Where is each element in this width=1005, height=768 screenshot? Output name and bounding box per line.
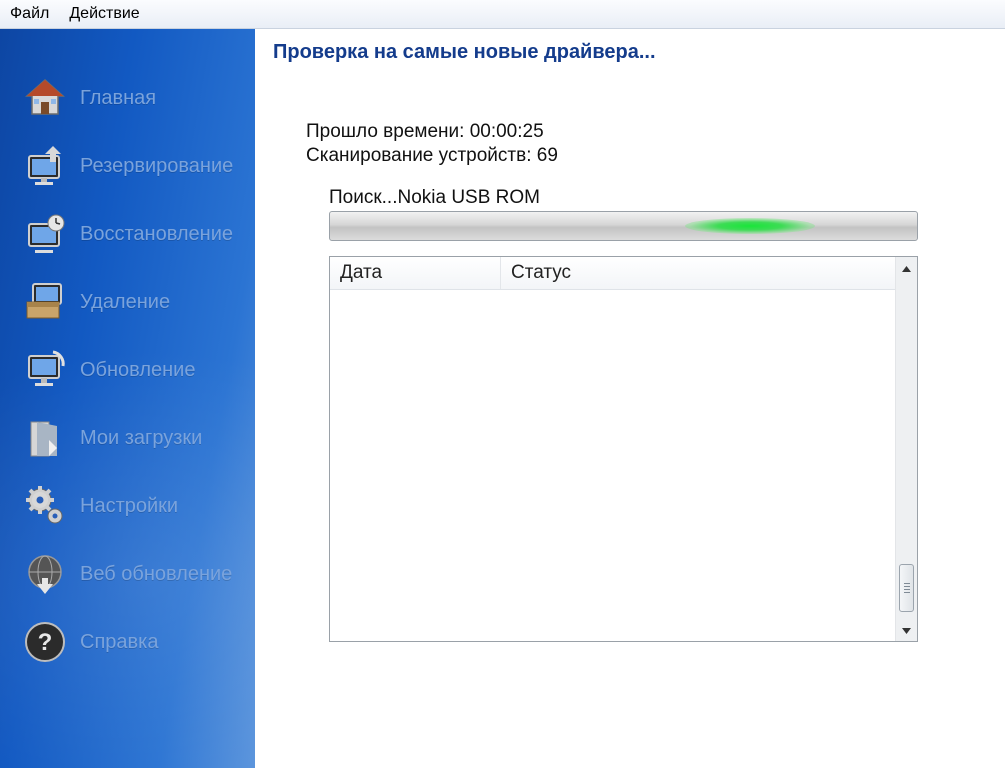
sidebar-item-settings[interactable]: Настройки	[22, 482, 252, 530]
sidebar-item-uninstall[interactable]: Удаление	[22, 278, 252, 326]
sidebar-item-label: Обновление	[80, 358, 196, 381]
sidebar-item-label: Главная	[80, 86, 157, 109]
chevron-down-icon	[902, 621, 911, 639]
restore-icon	[22, 211, 68, 257]
settings-icon	[22, 483, 68, 529]
sidebar-item-label: Резервирование	[80, 154, 234, 177]
column-header-status[interactable]: Статус	[501, 257, 881, 289]
sidebar-item-web-update[interactable]: Веб обновление	[22, 550, 252, 598]
sidebar-item-label: Веб обновление	[80, 562, 233, 585]
home-icon	[22, 75, 68, 121]
sidebar-item-help[interactable]: ? Справка	[22, 618, 252, 666]
list-header: Дата Статус	[330, 257, 896, 290]
main-panel: Проверка на самые новые драйвера... Прош…	[255, 29, 1005, 768]
vertical-scrollbar[interactable]	[895, 257, 917, 641]
page-title: Проверка на самые новые драйвера...	[273, 41, 656, 63]
sidebar-item-update[interactable]: Обновление	[22, 346, 252, 394]
update-icon	[22, 347, 68, 393]
scroll-down-button[interactable]	[896, 619, 917, 640]
elapsed-time: Прошло времени: 00:00:25	[306, 121, 544, 142]
sidebar-item-label: Удаление	[80, 290, 171, 313]
results-list[interactable]: Дата Статус	[329, 256, 918, 642]
downloads-icon	[22, 415, 68, 461]
sidebar: Главная Резервирование Восстановление Уд…	[0, 29, 255, 768]
sidebar-item-label: Мои загрузки	[80, 426, 203, 449]
backup-icon	[22, 143, 68, 189]
uninstall-icon	[22, 279, 68, 325]
sidebar-item-label: Настройки	[80, 494, 179, 517]
progress-bar	[329, 211, 918, 241]
svg-text:?: ?	[38, 629, 53, 656]
sidebar-item-label: Справка	[80, 630, 159, 653]
search-status: Поиск...Nokia USB ROM	[329, 187, 541, 208]
help-icon: ?	[22, 619, 68, 665]
chevron-up-icon	[902, 259, 911, 277]
menu-action[interactable]: Действие	[59, 0, 149, 28]
web-update-icon	[22, 551, 68, 597]
sidebar-item-restore[interactable]: Восстановление	[22, 210, 252, 258]
menu-bar: Файл Действие	[0, 0, 1005, 29]
sidebar-item-downloads[interactable]: Мои загрузки	[22, 414, 252, 462]
scroll-up-button[interactable]	[896, 257, 917, 278]
scrollbar-thumb[interactable]	[899, 564, 914, 612]
sidebar-item-home[interactable]: Главная	[22, 74, 252, 122]
devices-scanned: Сканирование устройств: 69	[306, 145, 558, 166]
progress-indicator	[685, 218, 815, 234]
sidebar-item-label: Восстановление	[80, 222, 233, 245]
menu-file[interactable]: Файл	[0, 0, 59, 28]
column-header-date[interactable]: Дата	[330, 257, 501, 289]
sidebar-item-backup[interactable]: Резервирование	[22, 142, 252, 190]
